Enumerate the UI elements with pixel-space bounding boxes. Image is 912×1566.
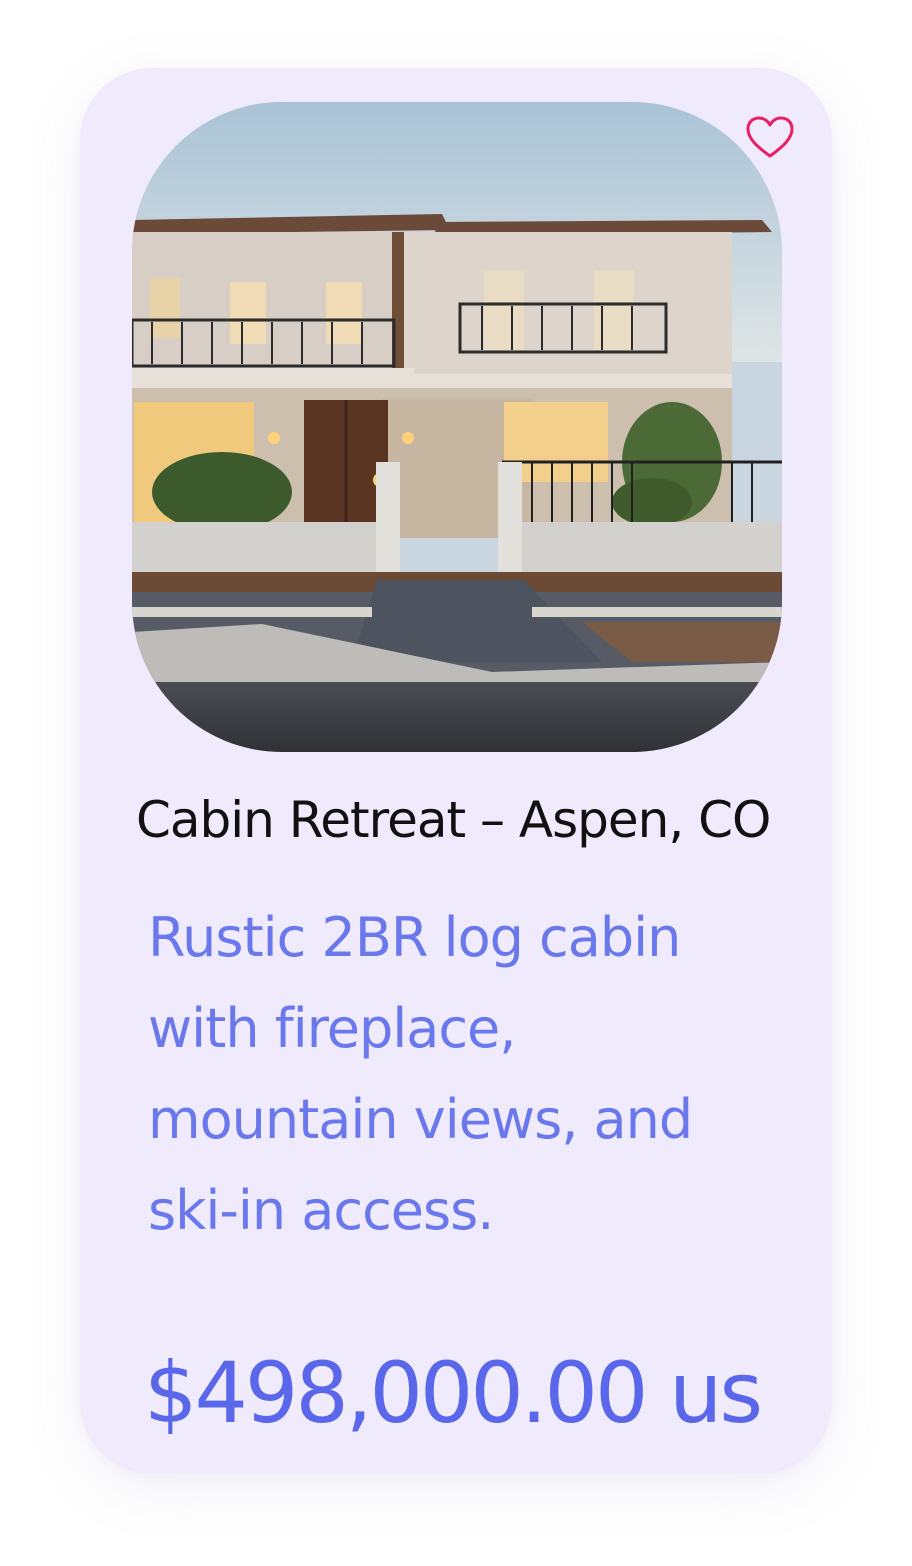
listing-description: Rustic 2BR log cabin with fireplace, mou… — [148, 906, 693, 1242]
house-image — [132, 102, 782, 752]
listing-title: Cabin Retreat – Aspen, CO — [136, 791, 771, 849]
listing-price: $498,000.00 us — [144, 1344, 763, 1442]
favorite-button[interactable] — [744, 113, 796, 163]
heart-outline-icon — [746, 116, 794, 158]
listing-photo — [132, 102, 782, 752]
